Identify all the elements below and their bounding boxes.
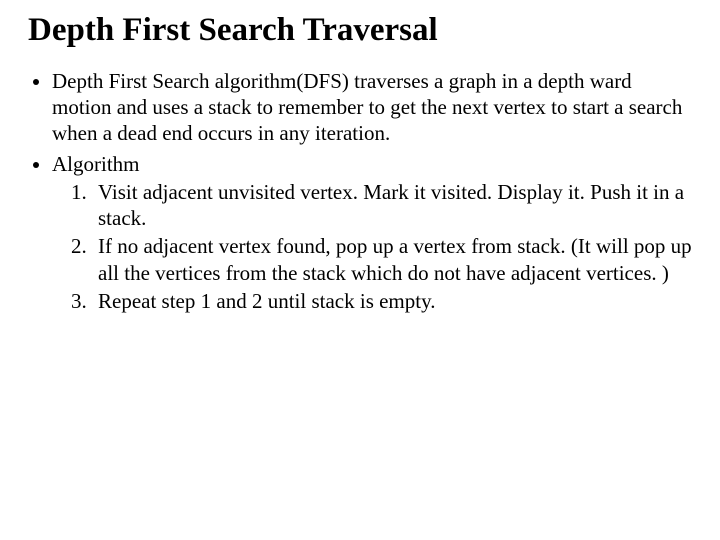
slide: Depth First Search Traversal Depth First… — [0, 0, 720, 540]
step-item: Visit adjacent unvisited vertex. Mark it… — [92, 179, 692, 232]
page-title: Depth First Search Traversal — [28, 12, 692, 50]
algorithm-label: Algorithm — [52, 152, 140, 176]
step-item: If no adjacent vertex found, pop up a ve… — [92, 233, 692, 286]
bullet-list: Depth First Search algorithm(DFS) traver… — [28, 68, 692, 314]
steps-list: Visit adjacent unvisited vertex. Mark it… — [52, 179, 692, 314]
step-text: Repeat step 1 and 2 until stack is empty… — [98, 289, 436, 313]
step-text: If no adjacent vertex found, pop up a ve… — [98, 234, 692, 284]
intro-text: Depth First Search algorithm(DFS) traver… — [52, 69, 682, 146]
step-item: Repeat step 1 and 2 until stack is empty… — [92, 288, 692, 314]
step-text: Visit adjacent unvisited vertex. Mark it… — [98, 180, 684, 230]
list-item: Depth First Search algorithm(DFS) traver… — [52, 68, 692, 147]
list-item: Algorithm Visit adjacent unvisited verte… — [52, 151, 692, 315]
